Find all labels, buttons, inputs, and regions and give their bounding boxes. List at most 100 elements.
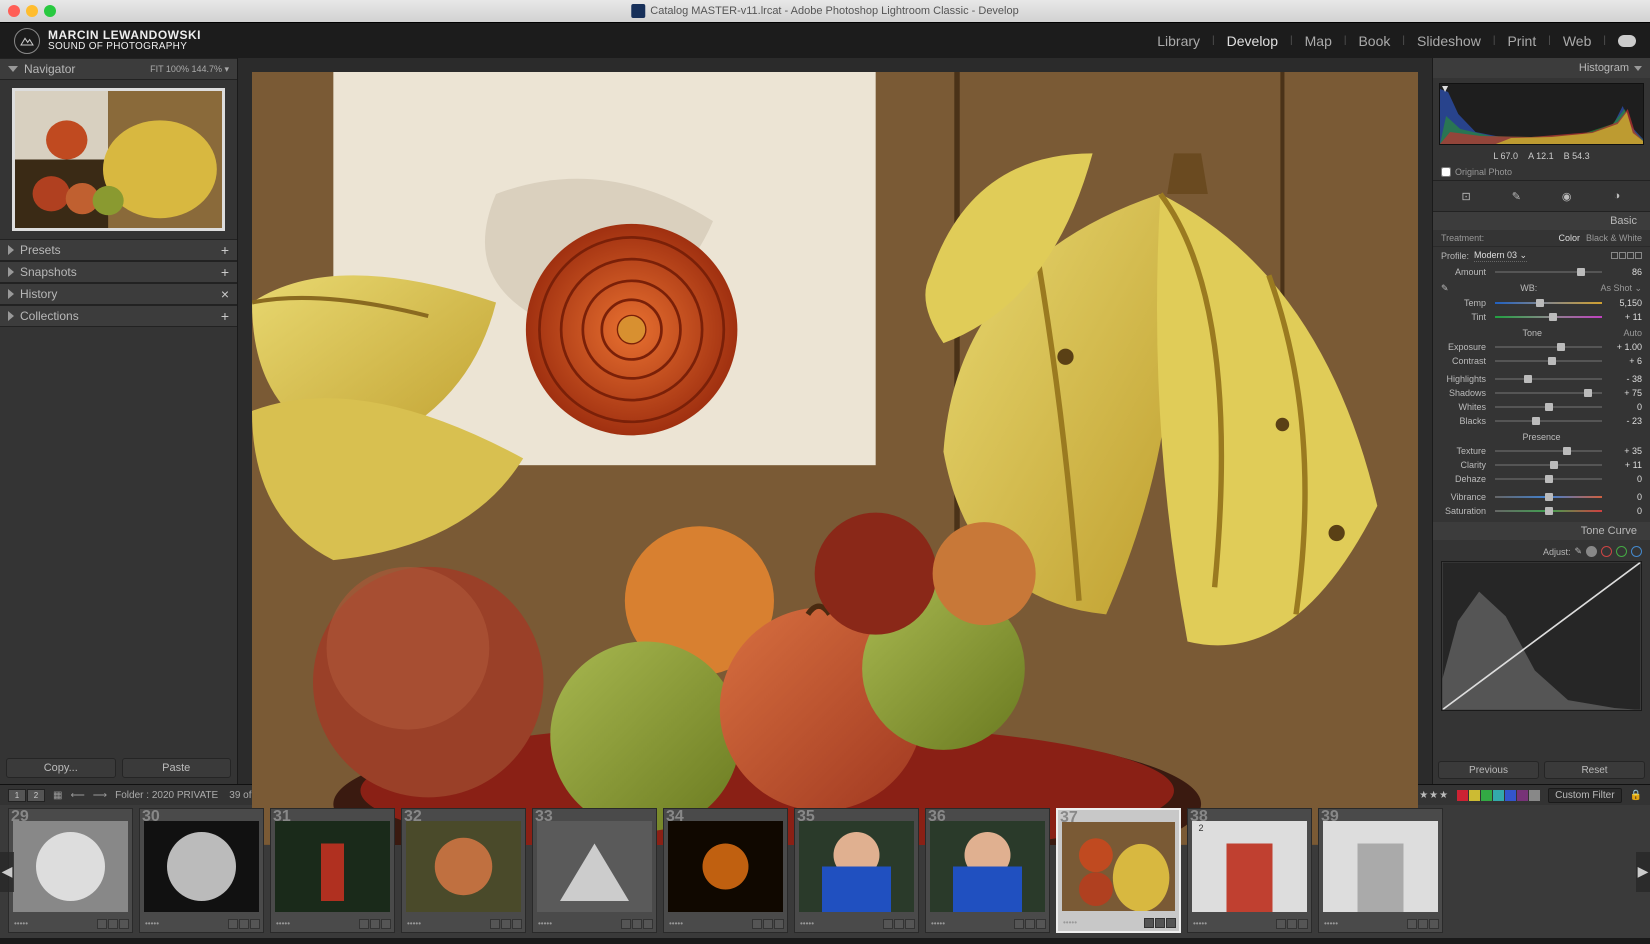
filmstrip-thumb[interactable]: 37••••• <box>1056 808 1181 933</box>
tonecurve-header[interactable]: Tone Curve <box>1433 522 1650 540</box>
module-library[interactable]: Library <box>1157 33 1200 49</box>
vibrance-slider[interactable] <box>1495 493 1602 501</box>
jump-back-icon[interactable]: ⟵ <box>70 790 84 801</box>
reset-button[interactable]: Reset <box>1544 761 1645 779</box>
curve-rgb[interactable] <box>1586 546 1597 557</box>
module-web[interactable]: Web <box>1563 33 1592 49</box>
treatment-bw[interactable]: Black & White <box>1586 233 1642 243</box>
snapshots-header[interactable]: Snapshots+ <box>0 261 237 283</box>
paste-button[interactable]: Paste <box>122 758 232 778</box>
thumb-index: 35 <box>797 808 815 826</box>
profile-picker[interactable]: Modern 03 ⌄ <box>1474 250 1527 262</box>
thumb-index: 31 <box>273 808 291 826</box>
auto-tone[interactable]: Auto <box>1623 328 1642 338</box>
close-window-icon[interactable] <box>8 5 20 17</box>
filmstrip-left-icon[interactable]: ◀ <box>0 852 14 892</box>
whites-slider[interactable] <box>1495 403 1602 411</box>
profile-browser-icon[interactable] <box>1610 251 1642 261</box>
module-map[interactable]: Map <box>1305 33 1332 49</box>
thumb-image <box>1062 822 1175 911</box>
filmstrip-thumb[interactable]: 29••••• <box>8 808 133 933</box>
histogram[interactable] <box>1433 78 1650 148</box>
navigator-header[interactable]: Navigator FIT 100% 144.7% ▾ <box>0 58 237 80</box>
texture-slider[interactable] <box>1495 447 1602 455</box>
add-icon[interactable]: + <box>221 308 229 324</box>
filmstrip-thumb[interactable]: 34••••• <box>663 808 788 933</box>
thumb-index: 33 <box>535 808 553 826</box>
treatment-row: Treatment: ColorBlack & White <box>1433 230 1650 247</box>
filmstrip-thumb[interactable]: 33••••• <box>532 808 657 933</box>
module-develop[interactable]: Develop <box>1227 33 1278 49</box>
dehaze-slider[interactable] <box>1495 475 1602 483</box>
spot-tool-icon[interactable]: ✎ <box>1507 187 1525 205</box>
curve-blue[interactable] <box>1631 546 1642 557</box>
highlights-slider[interactable] <box>1495 375 1602 383</box>
loupe-view[interactable] <box>238 58 1432 859</box>
histogram-header[interactable]: Histogram <box>1433 58 1650 78</box>
identity-plate-bar: MARCIN LEWANDOWSKI SOUND OF PHOTOGRAPHY … <box>0 22 1650 58</box>
temp-slider[interactable] <box>1495 299 1602 307</box>
minimize-window-icon[interactable] <box>26 5 38 17</box>
filmstrip-thumb[interactable]: 30••••• <box>139 808 264 933</box>
filmstrip-thumb[interactable]: 36••••• <box>925 808 1050 933</box>
basic-panel-header[interactable]: Basic <box>1433 212 1650 230</box>
filmstrip-thumb[interactable]: 35••••• <box>794 808 919 933</box>
module-book[interactable]: Book <box>1358 33 1390 49</box>
thumb-rating: ••••• <box>1193 919 1207 928</box>
jump-fwd-icon[interactable]: ⟶ <box>93 790 107 801</box>
grid-icon[interactable]: ▦ <box>53 790 62 801</box>
filter-labels[interactable] <box>1457 790 1540 801</box>
previous-button[interactable]: Previous <box>1438 761 1539 779</box>
redeye-tool-icon[interactable]: ◉ <box>1558 187 1576 205</box>
filmstrip-thumb[interactable]: 32••••• <box>401 808 526 933</box>
treatment-color[interactable]: Color <box>1558 233 1580 243</box>
contrast-slider[interactable] <box>1495 357 1602 365</box>
saturation-slider[interactable] <box>1495 507 1602 515</box>
thumb-rating: ••••• <box>1063 918 1077 927</box>
thumb-index: 34 <box>666 808 684 826</box>
wb-preset[interactable]: As Shot ⌄ <box>1600 283 1642 294</box>
curve-tat-icon[interactable]: ✎ <box>1574 546 1582 557</box>
curve-red[interactable] <box>1601 546 1612 557</box>
filter-lock-icon[interactable]: 🔒 <box>1630 790 1642 801</box>
thumb-image <box>799 821 914 912</box>
filmstrip-thumb[interactable]: 39••••• <box>1318 808 1443 933</box>
copy-button[interactable]: Copy... <box>6 758 116 778</box>
presets-header[interactable]: Presets+ <box>0 239 237 261</box>
secondary-display[interactable]: 12 <box>8 789 45 802</box>
thumb-rating: ••••• <box>145 919 159 928</box>
module-slideshow[interactable]: Slideshow <box>1417 33 1481 49</box>
history-header[interactable]: History× <box>0 283 237 305</box>
local-adjustment-tools: ⊡ ✎ ◉ ◑ <box>1433 180 1650 212</box>
amount-slider[interactable] <box>1495 268 1602 276</box>
tint-slider[interactable] <box>1495 313 1602 321</box>
thumb-badges <box>359 919 391 929</box>
clear-icon[interactable]: × <box>221 286 229 302</box>
blacks-slider[interactable] <box>1495 417 1602 425</box>
filmstrip-thumb[interactable]: 31••••• <box>270 808 395 933</box>
filter-preset[interactable]: Custom Filter <box>1548 788 1621 803</box>
tone-curve[interactable] <box>1441 561 1642 711</box>
mask-tool-icon[interactable]: ◑ <box>1608 187 1626 205</box>
navigator-preview[interactable] <box>0 80 237 239</box>
exposure-slider[interactable] <box>1495 343 1602 351</box>
crop-tool-icon[interactable]: ⊡ <box>1457 187 1475 205</box>
fullscreen-window-icon[interactable] <box>44 5 56 17</box>
traffic-lights[interactable] <box>8 5 56 17</box>
thumb-image <box>406 821 521 912</box>
thumb-image <box>1323 821 1438 912</box>
add-icon[interactable]: + <box>221 264 229 280</box>
identity-plate: MARCIN LEWANDOWSKI SOUND OF PHOTOGRAPHY <box>14 28 201 54</box>
curve-green[interactable] <box>1616 546 1627 557</box>
original-photo-checkbox[interactable] <box>1441 167 1451 177</box>
filmstrip-right-icon[interactable]: ▶ <box>1636 852 1650 892</box>
shadows-slider[interactable] <box>1495 389 1602 397</box>
add-icon[interactable]: + <box>221 242 229 258</box>
collections-header[interactable]: Collections+ <box>0 305 237 327</box>
cloud-sync-icon[interactable] <box>1618 35 1636 47</box>
module-print[interactable]: Print <box>1507 33 1536 49</box>
filmstrip-thumb[interactable]: 382••••• <box>1187 808 1312 933</box>
navigator-zoom[interactable]: FIT 100% 144.7% ▾ <box>150 64 229 75</box>
clarity-slider[interactable] <box>1495 461 1602 469</box>
stack-badge[interactable]: 2 <box>1194 821 1208 835</box>
